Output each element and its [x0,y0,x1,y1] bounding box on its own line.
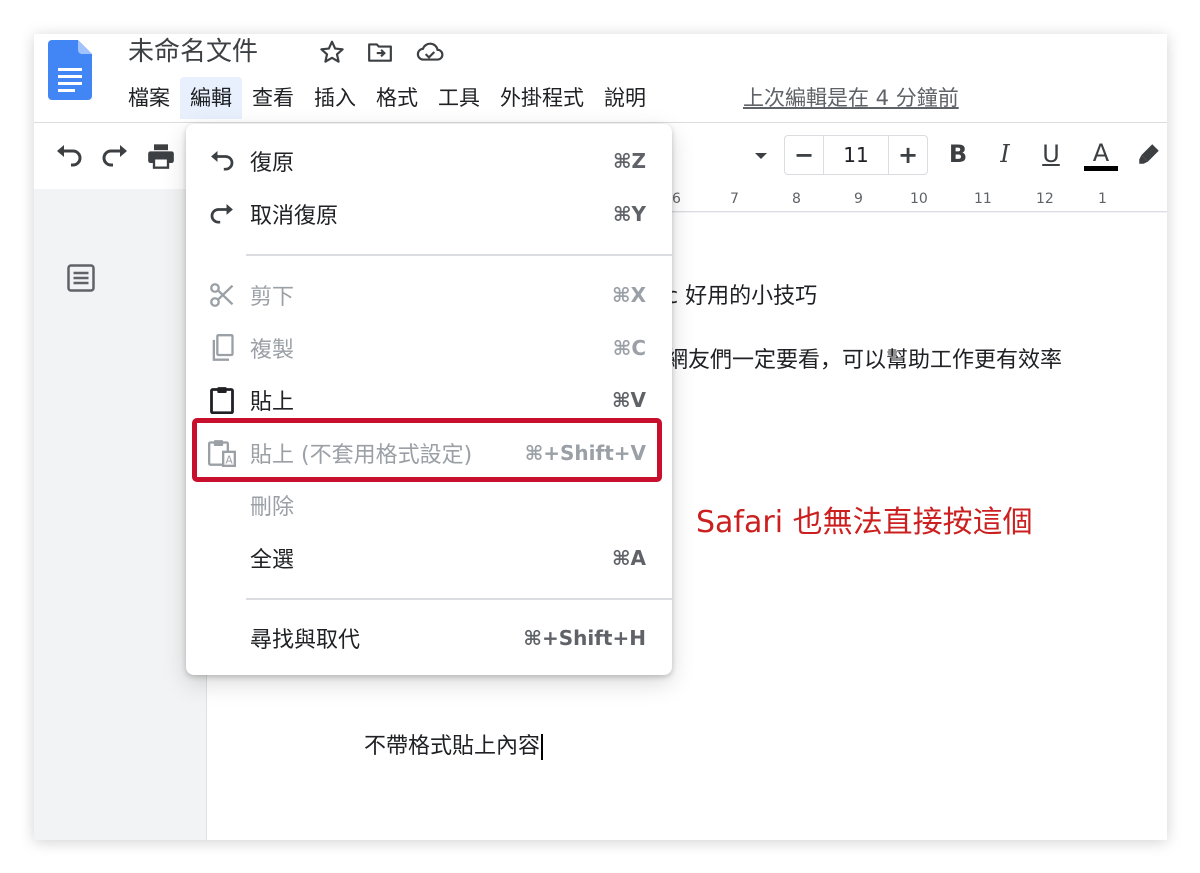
ruler-mark: 10 [910,191,928,207]
ruler-mark: 1 [1098,191,1107,207]
document-line-1[interactable]: c 好用的小技巧 [666,278,817,310]
menu-divider [246,254,672,256]
text-color-button[interactable]: A [1084,140,1118,171]
menu-item-shortcut: ⌘C [612,336,646,360]
menu-item-paste[interactable]: 貼上 ⌘V [186,375,672,425]
document-line-2[interactable]: 網友們一定要看，可以幫助工作更有效率 [666,342,1062,374]
menu-item-cut[interactable]: 剪下 ⌘X [186,270,672,320]
menu-item-label: 取消復原 [250,204,339,229]
menu-item-delete[interactable]: 刪除 [186,480,672,530]
menu-tools[interactable]: 工具 [428,77,490,119]
increase-font-size-button[interactable]: + [889,136,927,174]
print-icon[interactable] [146,141,176,171]
cloud-status-icon[interactable] [415,37,445,67]
menu-insert[interactable]: 插入 [304,77,366,119]
outline-panel [34,213,207,840]
edit-menu-dropdown: 復原 ⌘Z 取消復原 ⌘Y 剪下 ⌘X 複製 ⌘C 貼上 ⌘V A 貼上 (不套… [186,124,672,675]
font-size-control: − 11 + [784,135,928,175]
document-title[interactable]: 未命名文件 [128,34,258,70]
menu-item-redo[interactable]: 取消復原 ⌘Y [186,189,672,239]
menu-file[interactable]: 檔案 [118,77,180,119]
menu-bar: 檔案 編輯 查看 插入 格式 工具 外掛程式 說明 [118,77,656,119]
menu-edit[interactable]: 編輯 [180,77,242,119]
bold-button[interactable]: B [943,140,973,168]
menu-item-shortcut: ⌘Z [612,149,646,173]
highlight-pen-icon[interactable] [1134,139,1164,169]
ruler-mark: 7 [730,191,739,207]
menu-item-shortcut: ⌘A [611,546,646,570]
ruler-mark: 11 [974,191,992,207]
docs-logo-icon[interactable] [48,40,92,100]
menu-item-shortcut: ⌘+Shift+V [524,441,646,465]
undo-icon[interactable] [54,141,84,171]
document-outline-icon[interactable] [66,263,96,293]
last-edit-link[interactable]: 上次編輯是在 4 分鐘前 [743,80,959,116]
ruler-mark: 12 [1036,191,1054,207]
font-size-input[interactable]: 11 [823,136,889,174]
move-to-folder-icon[interactable] [365,37,395,67]
redo-icon[interactable] [100,141,130,171]
docs-window: 未命名文件 檔案 編輯 查看 插入 格式 工具 外掛程式 說明 上次編輯是在 4… [34,34,1167,840]
menu-addons[interactable]: 外掛程式 [490,77,594,119]
decrease-font-size-button[interactable]: − [785,136,823,174]
text-cursor [541,734,544,760]
clipboard-icon [206,384,238,416]
menu-item-label: 復原 [250,151,295,176]
menu-item-label: 貼上 [250,390,295,415]
menu-item-copy[interactable]: 複製 ⌘C [186,323,672,373]
menu-item-select-all[interactable]: 全選 ⌘A [186,533,672,583]
redo-icon [206,198,238,230]
paste-plain-icon: A [206,437,238,469]
ruler-mark: 8 [792,191,801,207]
menu-item-find-replace[interactable]: 尋找與取代 ⌘+Shift+H [186,613,672,663]
menu-format[interactable]: 格式 [366,77,428,119]
ruler-mark: 9 [854,191,863,207]
menu-item-label: 剪下 [250,285,295,310]
italic-button[interactable]: I [990,140,1020,168]
menu-help[interactable]: 說明 [594,77,656,119]
star-icon[interactable] [317,37,347,67]
menu-item-label: 尋找與取代 [250,628,361,653]
menu-item-label: 刪除 [250,495,295,520]
menu-item-shortcut: ⌘+Shift+H [523,626,646,650]
menu-item-label: 全選 [250,548,295,573]
document-line-3[interactable]: 不帶格式貼上內容 [364,728,544,760]
annotation-note: Safari 也無法直接按這個 [696,505,1033,540]
font-dropdown-arrow-icon[interactable] [746,141,776,171]
menu-item-label: 貼上 (不套用格式設定) [250,443,473,468]
menu-item-undo[interactable]: 復原 ⌘Z [186,136,672,186]
menu-item-label: 複製 [250,338,295,363]
undo-icon [206,145,238,177]
menu-item-shortcut: ⌘X [612,283,646,307]
ruler-mark: 6 [672,191,681,207]
menu-divider [246,598,672,600]
scissors-icon [206,279,238,311]
menu-item-shortcut: ⌘V [611,388,646,412]
svg-text:A: A [226,455,234,467]
menu-view[interactable]: 查看 [242,77,304,119]
menu-item-shortcut: ⌘Y [612,202,646,226]
copy-icon [206,332,238,364]
menu-item-paste-without-formatting[interactable]: A 貼上 (不套用格式設定) ⌘+Shift+V [186,428,672,478]
underline-button[interactable]: U [1036,140,1066,168]
